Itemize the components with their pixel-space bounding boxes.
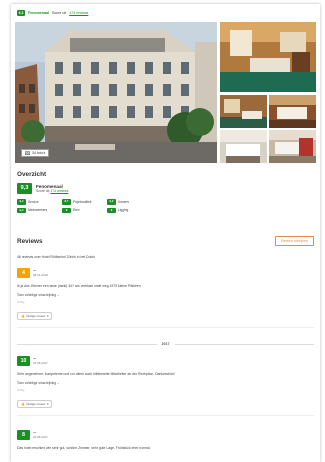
review-date: 20-08-2017 [33,361,48,365]
photo-gallery: 34 foto's [15,22,316,163]
review-text: Das hotel erschien wie sehr gut, schöne … [17,446,151,450]
category-scores: 9,4 Service 8,7 Prijs/kwaliteit 9,2 Kame… [17,199,152,213]
overall-subtext: Score uit 174 reviews [36,189,68,193]
overall-score-badge: 9,3 [17,183,32,194]
category-staff: 9,4 Medewerkers [17,207,62,213]
year-separator: 2017 [17,342,314,346]
chevron-down-icon: ⌄ [56,293,60,297]
reviewer-name: — [33,430,37,434]
chevron-down-icon: ⌄ [56,381,60,385]
category-score-badge: 8,7 [62,199,71,205]
useful-caption: Nuttig [17,300,25,304]
thumbs-up-icon: 👍 [21,314,25,318]
main-hotel-photo[interactable]: 34 foto's [15,22,217,163]
separator-line [174,343,314,345]
useful-review-button[interactable]: 👍 Nuttige review 0 [17,400,53,408]
room-image-5 [269,130,316,163]
overall-rating: 9,3 Fenomenaal Score uit 174 reviews [17,183,314,194]
room-photo-3[interactable] [269,95,316,128]
category-label: Prijs/kwaliteit [73,199,92,204]
show-photos-button[interactable]: 34 foto's [21,149,50,157]
top-reviews-link[interactable]: 174 reviews [69,11,88,15]
reviews-header: Reviews Review schrijven 46 reviews over… [17,236,314,259]
top-score-text: Score uit [51,11,67,15]
overall-rating-text: Fenomenaal Score uit 174 reviews [36,184,68,193]
review-text: Ik ja dus Zimmer een laste (dank) 34? ww… [17,284,141,288]
category-location: 9 Ligging [107,207,152,213]
category-score-badge: 9,4 [17,199,26,205]
review-item: 10 — 20-08-2017 Sehr angenehme, kompeten… [17,356,314,416]
show-full-description-link[interactable]: Toon volledige omschrijving ⌄ [17,293,314,297]
category-score-badge: 9 [62,207,71,213]
room-photo-4[interactable] [220,130,267,163]
reviewer-name: — [33,268,37,272]
top-rating: 9,3 Fenomenaal Score uit 174 reviews [17,10,88,16]
review-item: 8 — 20-08-2017 Das hotel erschien wie se… [17,430,314,450]
overview-title: Overzicht [17,171,47,178]
camera-icon [25,151,30,155]
category-label: Ligging [118,208,129,213]
overview-section: Overzicht 9,3 Fenomenaal Score uit 174 r… [17,171,314,213]
category-label: Service [28,199,39,204]
useful-label: Nuttige review [26,402,46,406]
room-image-4 [220,130,267,163]
write-review-button[interactable]: Review schrijven [275,236,314,246]
show-full-description-link[interactable]: Toon volledige omschrijving ⌄ [17,381,314,385]
category-value: 8,7 Prijs/kwaliteit [62,199,107,205]
divider [17,415,314,416]
thumbs-up-icon: 👍 [21,402,25,406]
category-label: Kamers [118,199,129,204]
divider [17,327,314,328]
useful-caption: Nuttig [17,388,25,392]
separator-line [17,343,157,345]
reviewer-name: — [33,356,37,360]
overall-score-text: Score uit [36,189,50,193]
review-score-badge: 10 [17,356,30,366]
category-service: 9,4 Service [17,199,62,205]
room-image-2 [220,95,267,128]
useful-count: 0 [46,402,49,406]
review-item: 4 — 08-01-2018 Ik ja dus Zimmer een last… [17,268,314,328]
review-text: Sehr angenehme, kompetente und vor allem… [17,372,175,376]
category-label: Eten [73,208,80,213]
hotel-page: 9,3 Fenomenaal Score uit 174 reviews 34 … [11,4,320,462]
category-score-badge: 9 [107,207,116,213]
category-rooms: 9,2 Kamers [107,199,152,205]
top-score-badge: 9,3 [17,10,25,16]
category-food: 9 Eten [62,207,107,213]
hotel-building-image [15,22,217,163]
top-rating-label: Fenomenaal [28,11,49,15]
overall-reviews-link[interactable]: 174 reviews [50,189,68,193]
review-date: 20-08-2017 [33,435,48,439]
category-score-badge: 9,2 [107,199,116,205]
show-full-label: Toon volledige omschrijving [17,381,56,385]
review-score-badge: 8 [17,430,30,440]
review-score-badge: 4 [17,268,30,278]
room-image-3 [269,95,316,128]
category-label: Medewerkers [28,208,48,213]
room-photo-5[interactable] [269,130,316,163]
category-score-badge: 9,4 [17,207,26,213]
year-label: 2017 [161,342,170,346]
show-full-label: Toon volledige omschrijving [17,293,56,297]
room-image-1 [220,22,316,92]
useful-label: Nuttige review [26,314,46,318]
photos-button-label: 34 foto's [32,151,46,155]
useful-count: 0 [46,314,49,318]
useful-review-button[interactable]: 👍 Nuttige review 0 [17,312,53,320]
review-date: 08-01-2018 [33,273,48,277]
room-photo-1[interactable] [220,22,316,92]
reviews-count-line: 46 reviews over Hotel Rütlisehof Zürich … [17,255,96,259]
room-photo-2[interactable] [220,95,267,128]
reviews-title: Reviews [17,237,43,245]
